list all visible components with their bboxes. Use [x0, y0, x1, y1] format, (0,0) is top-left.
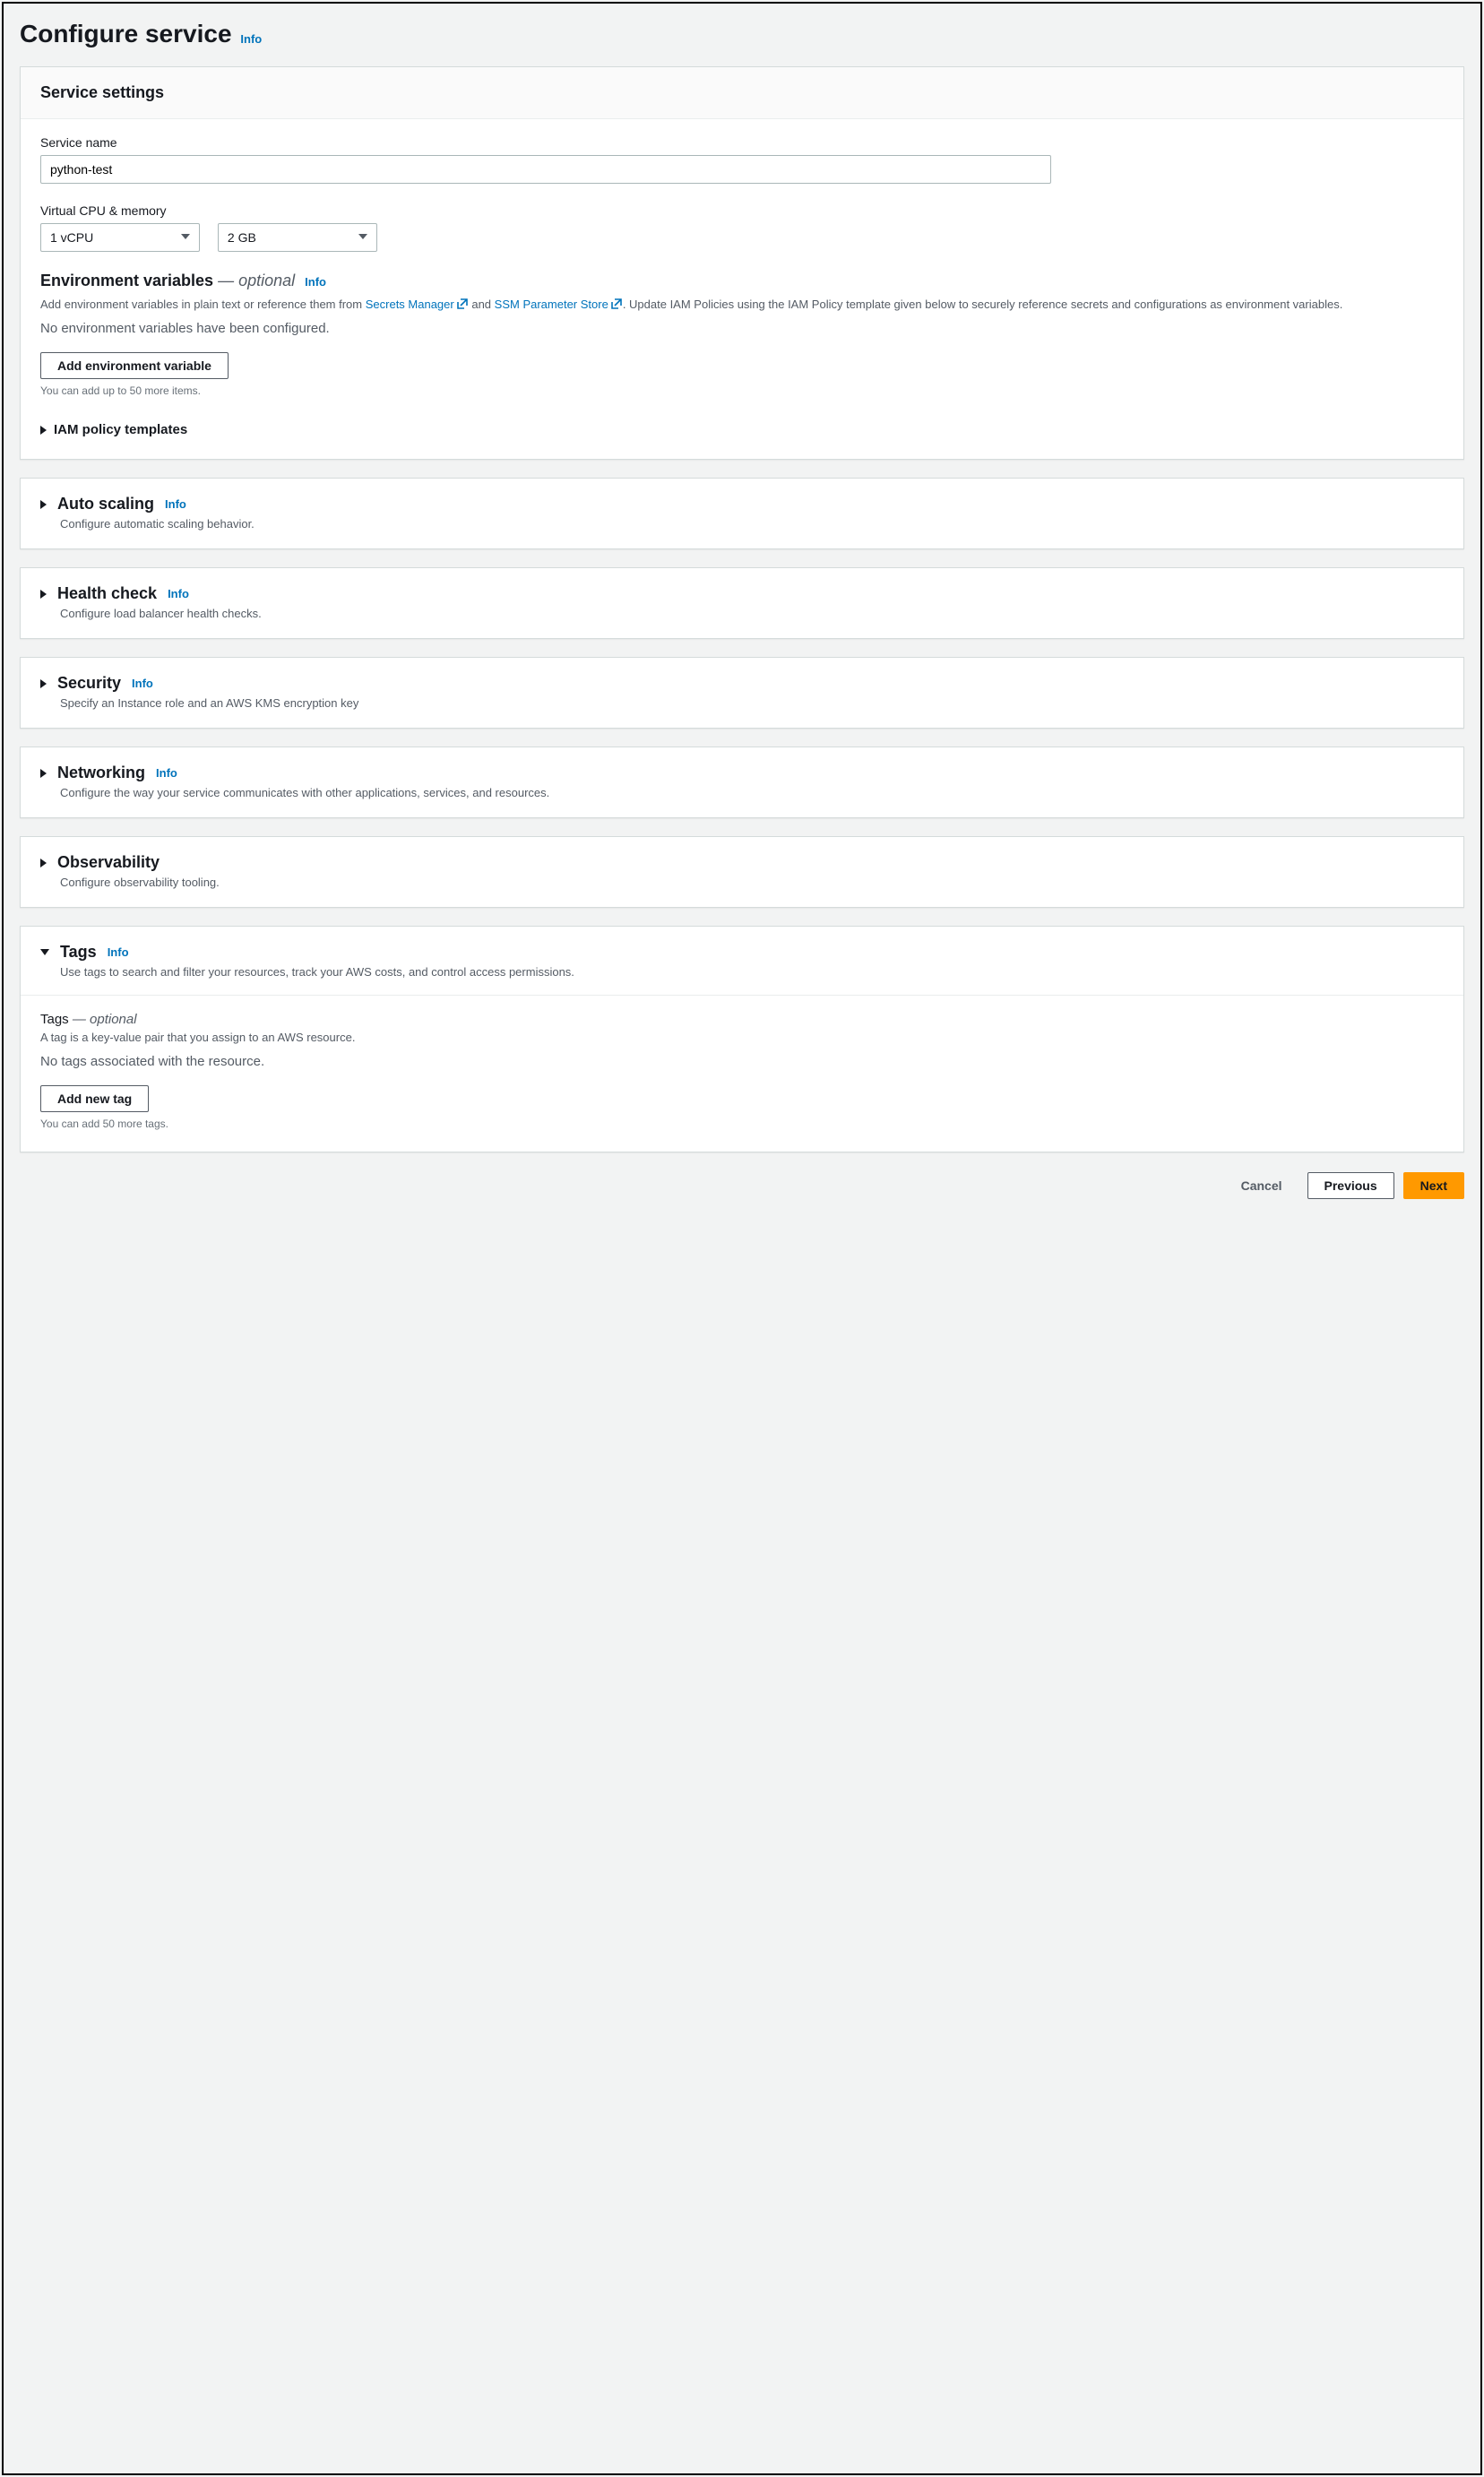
vcpu-mem-label: Virtual CPU & memory [40, 203, 1444, 218]
memory-select-value: 2 GB [228, 230, 256, 245]
tags-sub-help: A tag is a key-value pair that you assig… [40, 1029, 1444, 1047]
env-vars-help: Add environment variables in plain text … [40, 296, 1444, 314]
iam-policy-templates-expander[interactable]: IAM policy templates [40, 422, 1444, 437]
observability-panel: Observability Configure observability to… [20, 836, 1464, 908]
external-link-icon [456, 298, 469, 310]
service-name-input[interactable] [40, 155, 1051, 184]
networking-title: Networking [57, 764, 145, 782]
security-info-link[interactable]: Info [132, 677, 153, 690]
tags-sub-title: Tagsoptional [40, 1012, 1444, 1027]
external-link-icon [610, 298, 623, 310]
service-settings-panel: Service settings Service name Virtual CP… [20, 66, 1464, 460]
chevron-right-icon [40, 679, 47, 688]
page-info-link[interactable]: Info [240, 32, 262, 46]
auto-scaling-panel: Auto scaling Info Configure automatic sc… [20, 478, 1464, 549]
health-check-panel: Health check Info Configure load balance… [20, 567, 1464, 639]
chevron-right-icon [40, 769, 47, 778]
auto-scaling-header[interactable]: Auto scaling Info [40, 495, 1444, 514]
add-tag-button[interactable]: Add new tag [40, 1085, 149, 1112]
env-vars-info-link[interactable]: Info [305, 275, 326, 289]
chevron-right-icon [40, 500, 47, 509]
memory-select[interactable]: 2 GB [218, 223, 377, 252]
security-title: Security [57, 674, 121, 693]
secrets-manager-link[interactable]: Secrets Manager [366, 298, 469, 311]
vcpu-select-value: 1 vCPU [50, 230, 93, 245]
add-env-var-button[interactable]: Add environment variable [40, 352, 229, 379]
health-check-title: Health check [57, 584, 157, 603]
security-desc: Specify an Instance role and an AWS KMS … [60, 696, 1444, 710]
auto-scaling-info-link[interactable]: Info [165, 497, 186, 511]
networking-info-link[interactable]: Info [156, 766, 177, 780]
service-settings-header: Service settings [21, 67, 1463, 119]
tags-info-link[interactable]: Info [108, 945, 129, 959]
env-vars-empty-text: No environment variables have been confi… [40, 321, 1444, 336]
security-header[interactable]: Security Info [40, 674, 1444, 693]
previous-button[interactable]: Previous [1307, 1172, 1394, 1199]
page-title: Configure service [20, 20, 232, 47]
wizard-footer: Cancel Previous Next [20, 1172, 1464, 1199]
auto-scaling-title: Auto scaling [57, 495, 154, 514]
observability-header[interactable]: Observability [40, 853, 1444, 872]
tags-empty-text: No tags associated with the resource. [40, 1054, 1444, 1069]
env-vars-title: Environment variablesoptional Info [40, 272, 1444, 290]
tags-panel: Tags Info Use tags to search and filter … [20, 926, 1464, 1152]
page-header: Configure service Info [20, 20, 1464, 48]
env-vars-limit-note: You can add up to 50 more items. [40, 384, 1444, 397]
auto-scaling-desc: Configure automatic scaling behavior. [60, 517, 1444, 531]
tags-title: Tags [60, 943, 97, 962]
service-name-label: Service name [40, 135, 1444, 150]
cancel-button[interactable]: Cancel [1225, 1173, 1298, 1198]
tags-header[interactable]: Tags Info [40, 943, 1444, 962]
next-button[interactable]: Next [1403, 1172, 1464, 1199]
ssm-parameter-store-link[interactable]: SSM Parameter Store [495, 298, 623, 311]
health-check-info-link[interactable]: Info [168, 587, 189, 600]
chevron-right-icon [40, 590, 47, 599]
health-check-header[interactable]: Health check Info [40, 584, 1444, 603]
networking-desc: Configure the way your service communica… [60, 786, 1444, 799]
observability-desc: Configure observability tooling. [60, 876, 1444, 889]
networking-header[interactable]: Networking Info [40, 764, 1444, 782]
chevron-down-icon [40, 949, 49, 955]
networking-panel: Networking Info Configure the way your s… [20, 747, 1464, 818]
tags-limit-note: You can add 50 more tags. [40, 1118, 1444, 1130]
vcpu-select[interactable]: 1 vCPU [40, 223, 200, 252]
chevron-right-icon [40, 859, 47, 867]
security-panel: Security Info Specify an Instance role a… [20, 657, 1464, 729]
tags-desc: Use tags to search and filter your resou… [60, 965, 1444, 979]
chevron-right-icon [40, 426, 47, 435]
service-settings-title: Service settings [40, 83, 1444, 102]
health-check-desc: Configure load balancer health checks. [60, 607, 1444, 620]
observability-title: Observability [57, 853, 160, 872]
